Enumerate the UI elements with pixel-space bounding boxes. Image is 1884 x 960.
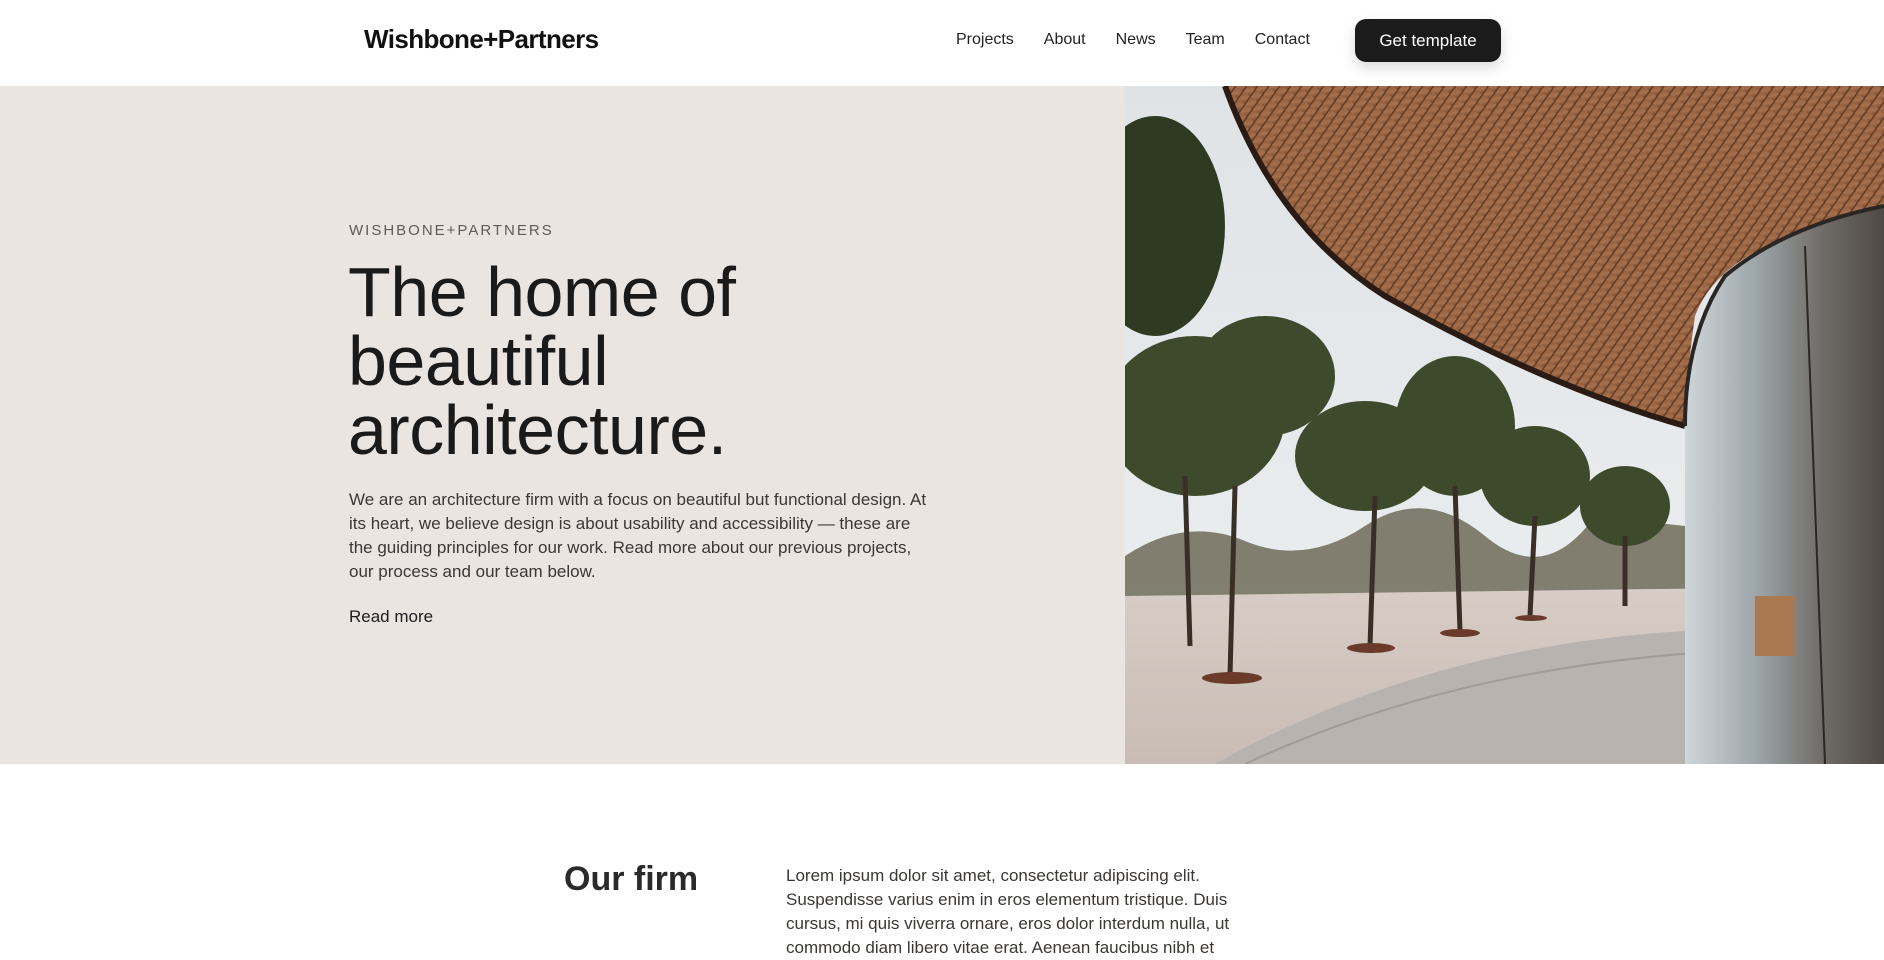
nav-link-team[interactable]: Team (1186, 31, 1225, 49)
nav-link-projects[interactable]: Projects (956, 31, 1014, 49)
brand-logo[interactable]: Wishbone+Partners (364, 24, 599, 55)
firm-description: Lorem ipsum dolor sit amet, consectetur … (786, 866, 1230, 957)
nav-link-contact[interactable]: Contact (1255, 31, 1310, 49)
get-template-button[interactable]: Get template (1355, 19, 1501, 62)
firm-heading: Our firm (564, 860, 699, 898)
nav-link-news[interactable]: News (1116, 31, 1156, 49)
hero-eyebrow: WISHBONE+PARTNERS (349, 222, 554, 239)
top-navigation: Wishbone+Partners Projects About News Te… (0, 0, 1884, 86)
nav-link-about[interactable]: About (1044, 31, 1086, 49)
hero-headline: The home of beautiful architecture. (348, 253, 736, 469)
read-more-link[interactable]: Read more (349, 607, 433, 627)
architecture-illustration (1125, 86, 1884, 764)
hero-description: We are an architecture firm with a focus… (349, 490, 927, 581)
main-menu: Projects About News Team Contact (956, 31, 1310, 49)
hero-text-panel: WISHBONE+PARTNERS The home of beautiful … (0, 86, 1125, 764)
hero-architecture-photo (1125, 86, 1884, 764)
hero-section: WISHBONE+PARTNERS The home of beautiful … (0, 86, 1884, 764)
